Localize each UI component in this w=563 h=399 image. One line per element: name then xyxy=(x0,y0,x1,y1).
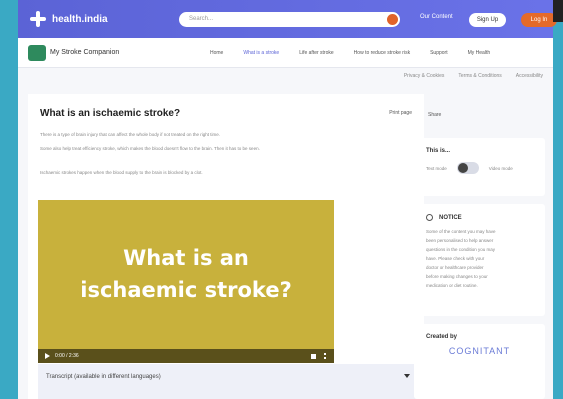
nav-item-home[interactable]: Home xyxy=(210,50,223,56)
top-bar: health.india Search... Our Content Sign … xyxy=(18,0,557,38)
our-content-link[interactable]: Our Content xyxy=(420,14,453,20)
nav-item-support[interactable]: Support xyxy=(430,50,448,56)
notice-line: before making changes to your xyxy=(426,274,488,280)
notice-line: questions in the condition you may xyxy=(426,247,496,253)
print-button[interactable]: Print page xyxy=(389,110,412,116)
page-title: What is an ischaemic stroke? xyxy=(40,108,181,119)
site-name[interactable]: My Stroke Companion xyxy=(50,49,210,56)
notice-line: medication or diet routine. xyxy=(426,283,478,289)
nav-item-life-after[interactable]: Life after stroke xyxy=(299,50,333,56)
nav-item-what-is-stroke[interactable]: What is a stroke xyxy=(243,50,279,56)
article-paragraph: There is a type of brain injury that can… xyxy=(40,132,221,137)
plus-logo-icon xyxy=(30,11,46,27)
info-icon xyxy=(426,214,433,221)
terms-link[interactable]: Terms & Conditions xyxy=(458,73,501,79)
mode-toggle[interactable] xyxy=(456,162,479,174)
chevron-down-icon xyxy=(404,374,410,378)
share-button[interactable]: Share xyxy=(428,112,441,118)
toggle-left-label: Text mode xyxy=(426,165,447,171)
page-body: My Stroke Companion Home What is a strok… xyxy=(18,38,553,399)
more-options-icon[interactable] xyxy=(324,353,326,359)
transcript-dropdown[interactable]: Transcript (available in different langu… xyxy=(38,364,420,399)
site-logo-icon[interactable] xyxy=(28,44,46,61)
video-title: What is an ischaemic stroke? xyxy=(38,242,334,306)
accessibility-link[interactable]: Accessibility xyxy=(516,73,543,79)
volume-icon[interactable] xyxy=(311,353,316,359)
site-nav: My Stroke Companion Home What is a strok… xyxy=(18,38,553,68)
transcript-label: Transcript (available in different langu… xyxy=(46,374,161,380)
search-input[interactable]: Search... xyxy=(179,12,400,27)
notice-line: doctor or healthcare provider xyxy=(426,265,484,271)
sub-nav: Privacy & Cookies Terms & Conditions Acc… xyxy=(404,73,543,79)
nav-item-reduce-risk[interactable]: How to reduce stroke risk xyxy=(354,50,410,56)
notice-line: have. Please check with your xyxy=(426,256,485,262)
cognitant-logo[interactable]: COGNITANT xyxy=(414,340,545,356)
created-heading: Created by xyxy=(426,334,458,340)
search-icon[interactable] xyxy=(387,14,398,25)
article-card: What is an ischaemic stroke? Print page … xyxy=(28,94,424,399)
video-title-line: What is an xyxy=(123,246,249,270)
signup-button[interactable]: Sign Up xyxy=(469,13,506,27)
privacy-link[interactable]: Privacy & Cookies xyxy=(404,73,445,79)
mode-toggle-card: This is... Text mode Video mode xyxy=(414,138,545,196)
toggle-row: Text mode Video mode xyxy=(414,154,545,182)
video-time: 0:00 / 2:36 xyxy=(55,353,79,359)
notice-heading: NOTICE xyxy=(414,204,545,221)
brand-name[interactable]: health.india xyxy=(52,14,108,25)
play-icon[interactable] xyxy=(45,353,50,359)
notice-heading-text: NOTICE xyxy=(439,215,462,222)
notice-line: been personalised to help answer xyxy=(426,238,494,244)
article-paragraph: Some also help treat efficiency stroke, … xyxy=(40,146,260,151)
corner-shade xyxy=(553,0,563,22)
video-controls: 0:00 / 2:36 xyxy=(38,349,334,363)
nav-item-my-health[interactable]: My Health xyxy=(468,50,491,56)
notice-line: Some of the content you may have xyxy=(426,229,496,235)
toggle-heading: This is... xyxy=(426,148,451,154)
article-paragraph: Ischaemic strokes happen when the blood … xyxy=(40,170,203,175)
video-title-line: ischaemic stroke? xyxy=(80,278,292,302)
login-button[interactable]: Log In xyxy=(521,13,557,27)
toggle-right-label: Video mode xyxy=(488,165,513,171)
notice-card: NOTICE Some of the content you may have … xyxy=(414,204,545,316)
video-player[interactable]: What is an ischaemic stroke? 0:00 / 2:36 xyxy=(38,200,334,363)
created-by-card: Created by COGNITANT xyxy=(414,324,545,399)
